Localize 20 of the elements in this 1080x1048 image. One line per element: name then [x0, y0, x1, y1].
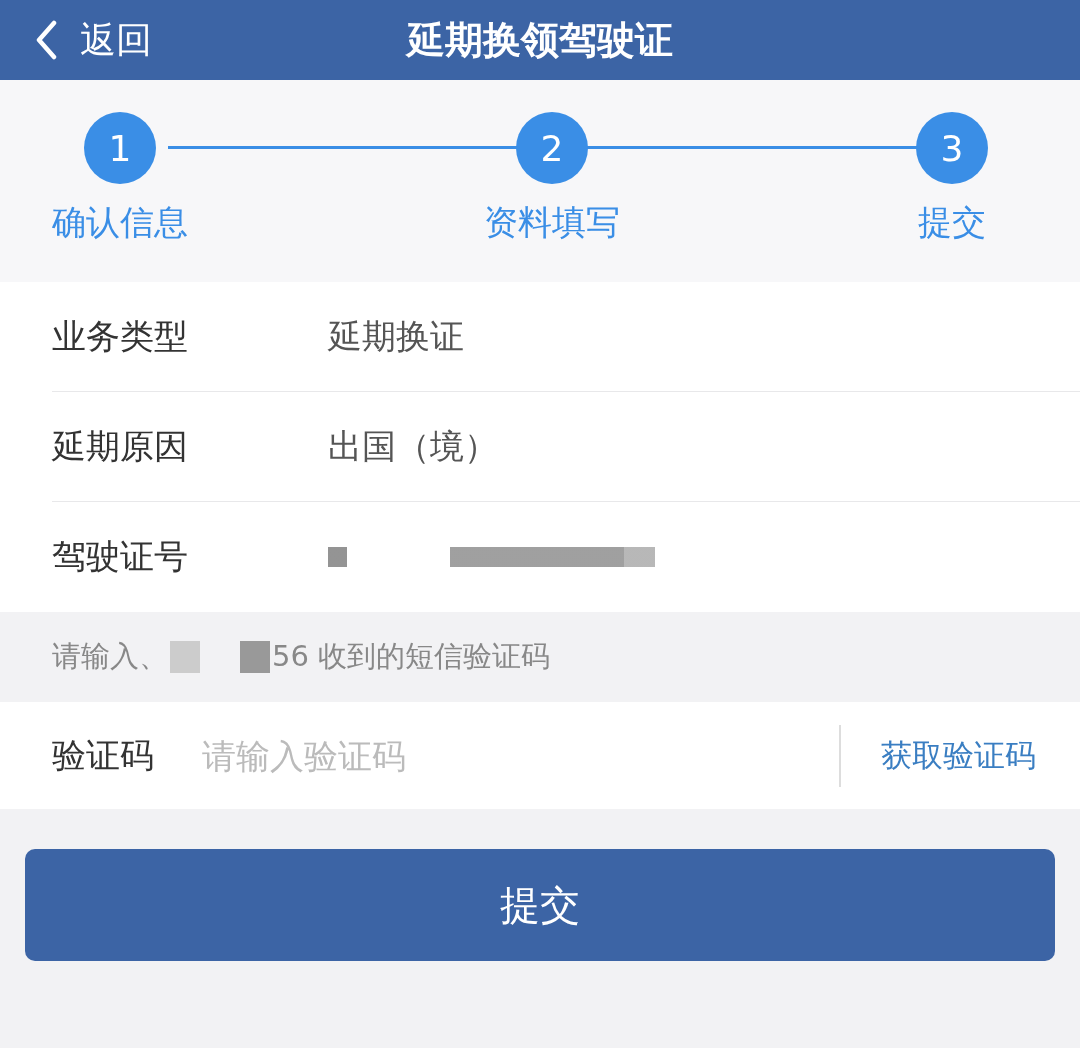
field-value: 延期换证	[328, 314, 464, 358]
get-code-button[interactable]: 获取验证码	[881, 734, 1080, 777]
field-label: 验证码	[52, 733, 155, 777]
step-label: 资料填写	[484, 201, 620, 244]
field-label: 驾驶证号	[52, 535, 189, 578]
back-icon[interactable]	[34, 20, 58, 60]
code-field[interactable]: 请输入验证码	[202, 735, 839, 776]
submit-button[interactable]: 提交	[25, 849, 1055, 961]
step-number: 2	[516, 112, 588, 184]
hint-text: 56 收到的短信验证码	[272, 638, 551, 675]
step-number: 1	[84, 112, 156, 184]
field-value: 出国（境）	[328, 424, 498, 468]
step-label: 提交	[918, 201, 986, 244]
field-label: 业务类型	[52, 314, 189, 358]
step-number: 3	[916, 112, 988, 184]
page-title: 延期换领驾驶证	[407, 16, 673, 64]
step-label: 确认信息	[52, 201, 188, 244]
back-link[interactable]: 返回	[80, 15, 152, 65]
hint-text: 请输入、	[52, 638, 168, 675]
field-label: 延期原因	[52, 424, 189, 468]
